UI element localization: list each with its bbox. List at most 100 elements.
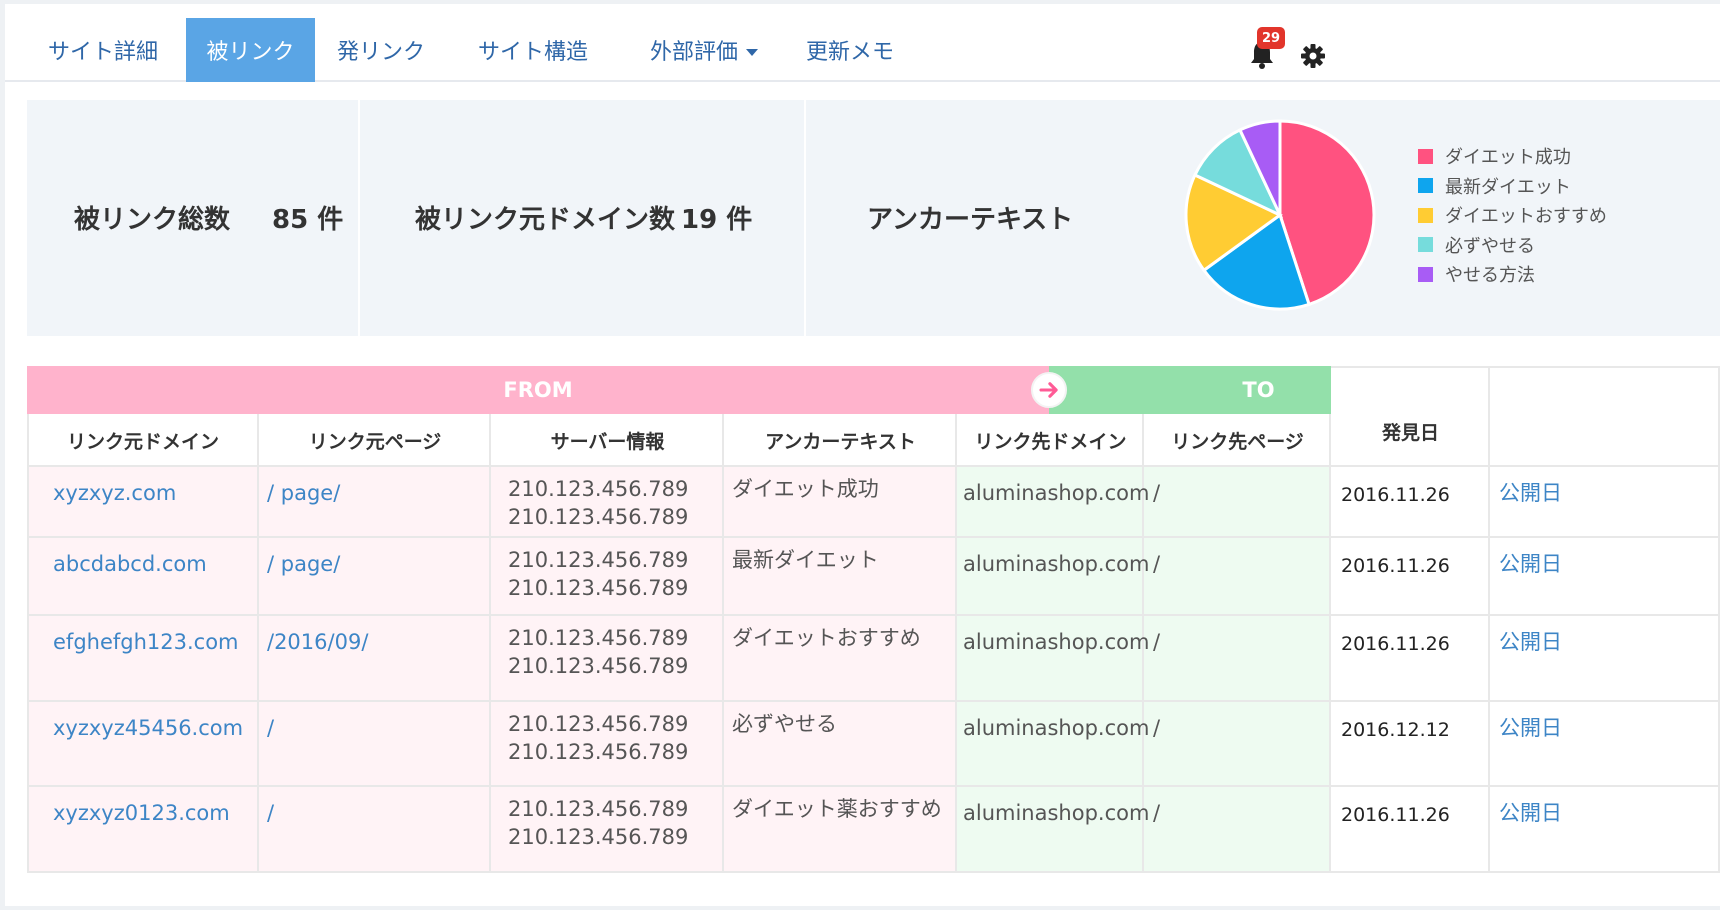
legend-label: やせる方法 bbox=[1445, 265, 1535, 286]
source-page-link[interactable]: / page/ bbox=[267, 550, 340, 578]
table-cell bbox=[259, 787, 491, 873]
legend-swatch bbox=[1418, 148, 1433, 164]
backlink-total: 被リンク総数 85 件 bbox=[74, 192, 343, 242]
server-ip: 210.123.456.789 bbox=[508, 654, 689, 678]
server-ip: 210.123.456.789 bbox=[508, 797, 689, 821]
source-domain-link[interactable]: efghefgh123.com bbox=[53, 628, 239, 656]
anchor-text: ダイエット成功 bbox=[732, 477, 879, 501]
server-ip: 210.123.456.789 bbox=[508, 576, 689, 600]
found-date: 2016.11.26 bbox=[1341, 804, 1450, 826]
target-page: / bbox=[1153, 630, 1161, 654]
anchor-text: 必ずやせる bbox=[732, 712, 837, 736]
target-domain: aluminashop.com bbox=[963, 481, 1150, 505]
tab-site-structure[interactable]: サイト構造 bbox=[465, 18, 601, 82]
server-ip: 210.123.456.789 bbox=[508, 477, 689, 501]
notification-badge: 29 bbox=[1257, 27, 1285, 49]
anchor-text: 最新ダイエット bbox=[732, 548, 879, 572]
arrow-right-icon bbox=[1031, 372, 1067, 408]
legend-item: 最新ダイエット bbox=[1418, 174, 1571, 198]
legend-swatch bbox=[1418, 207, 1433, 223]
tab-site-details[interactable]: サイト詳細 bbox=[29, 18, 177, 82]
gear-icon[interactable] bbox=[1299, 42, 1327, 70]
publish-date-link[interactable]: 公開日 bbox=[1499, 799, 1562, 827]
target-domain: aluminashop.com bbox=[963, 630, 1150, 654]
divider bbox=[804, 100, 806, 336]
target-domain: aluminashop.com bbox=[963, 801, 1150, 825]
legend-label: ダイエットおすすめ bbox=[1445, 206, 1607, 227]
source-domain-link[interactable]: xyzxyz0123.com bbox=[53, 799, 230, 827]
target-page: / bbox=[1153, 481, 1161, 505]
header-source-page[interactable]: リンク元ページ bbox=[259, 414, 491, 467]
found-date: 2016.11.26 bbox=[1341, 484, 1450, 506]
divider bbox=[358, 100, 360, 336]
header-source-domain[interactable]: リンク元ドメイン bbox=[27, 414, 259, 467]
table-cell bbox=[1144, 538, 1331, 616]
target-page: / bbox=[1153, 801, 1161, 825]
publish-date-link[interactable]: 公開日 bbox=[1499, 628, 1562, 656]
source-page-link[interactable]: / bbox=[267, 714, 274, 742]
top-nav: サイト詳細 被リンク 発リンク サイト構造 外部評価 更新メモ 29 bbox=[5, 4, 1720, 82]
tab-update-memo[interactable]: 更新メモ bbox=[791, 18, 909, 82]
domain-count-value: 19 件 bbox=[681, 204, 753, 235]
legend-item: 必ずやせる bbox=[1418, 233, 1535, 257]
source-page-link[interactable]: / page/ bbox=[267, 479, 340, 507]
server-ip: 210.123.456.789 bbox=[508, 505, 689, 529]
server-ip: 210.123.456.789 bbox=[508, 740, 689, 764]
header-server-info[interactable]: サーバー情報 bbox=[491, 414, 724, 467]
target-domain: aluminashop.com bbox=[963, 716, 1150, 740]
tab-external-evaluation[interactable]: 外部評価 bbox=[629, 18, 779, 82]
domain-count-label: 被リンク元ドメイン数 bbox=[415, 204, 676, 235]
source-domain-link[interactable]: xyzxyz45456.com bbox=[53, 714, 243, 742]
domain-count: 被リンク元ドメイン数 19 件 bbox=[415, 192, 752, 242]
source-page-link[interactable]: /2016/09/ bbox=[267, 628, 368, 656]
backlink-total-value: 85 件 bbox=[272, 204, 344, 235]
tab-external-evaluation-label: 外部評価 bbox=[649, 40, 738, 65]
source-page-link[interactable]: / bbox=[267, 799, 274, 827]
source-domain-link[interactable]: abcdabcd.com bbox=[53, 550, 207, 578]
tab-outbound-links[interactable]: 発リンク bbox=[325, 18, 437, 82]
table-cell bbox=[1144, 467, 1331, 538]
header-found-date[interactable]: 発見日 bbox=[1331, 366, 1490, 467]
publish-date-link[interactable]: 公開日 bbox=[1499, 714, 1562, 742]
server-ip: 210.123.456.789 bbox=[508, 712, 689, 736]
from-header: FROM bbox=[27, 366, 1049, 414]
table-cell bbox=[1144, 616, 1331, 702]
table-cell bbox=[1331, 616, 1490, 702]
anchor-text-label: アンカーテキスト bbox=[867, 204, 1074, 235]
anchor-text: ダイエットおすすめ bbox=[732, 626, 921, 650]
backlink-total-label: 被リンク総数 bbox=[74, 204, 231, 235]
table-cell bbox=[1331, 702, 1490, 787]
publish-date-link[interactable]: 公開日 bbox=[1499, 550, 1562, 578]
server-ip: 210.123.456.789 bbox=[508, 825, 689, 849]
legend-label: 最新ダイエット bbox=[1445, 176, 1571, 198]
legend-item: ダイエット成功 bbox=[1418, 144, 1571, 168]
legend-label: ダイエット成功 bbox=[1445, 147, 1571, 168]
target-page: / bbox=[1153, 552, 1161, 576]
legend-swatch bbox=[1418, 178, 1433, 193]
table-cell bbox=[1144, 787, 1331, 873]
table-cell bbox=[1144, 702, 1331, 787]
found-date: 2016.12.12 bbox=[1341, 719, 1450, 741]
app-frame: サイト詳細 被リンク 発リンク サイト構造 外部評価 更新メモ 29 被リンク総… bbox=[5, 4, 1720, 906]
header-target-page[interactable]: リンク先ページ bbox=[1144, 414, 1331, 467]
legend-label: 必ずやせる bbox=[1445, 235, 1535, 257]
legend-swatch bbox=[1418, 266, 1433, 282]
anchor-text: ダイエット薬おすすめ bbox=[732, 797, 942, 821]
anchor-text-pie-chart bbox=[1184, 119, 1376, 311]
legend-swatch bbox=[1418, 237, 1433, 252]
target-domain: aluminashop.com bbox=[963, 552, 1150, 576]
source-domain-link[interactable]: xyzxyz.com bbox=[53, 479, 176, 507]
tab-backlinks[interactable]: 被リンク bbox=[186, 18, 315, 82]
table-cell bbox=[1331, 787, 1490, 873]
header-target-domain[interactable]: リンク先ドメイン bbox=[957, 414, 1144, 467]
server-ip: 210.123.456.789 bbox=[508, 626, 689, 650]
header-anchor-text[interactable]: アンカーテキスト bbox=[724, 414, 957, 467]
found-date: 2016.11.26 bbox=[1341, 555, 1450, 577]
table-header-cell bbox=[1490, 366, 1720, 467]
backlink-table: FROM TO リンク元ドメイン リンク元ページ サーバー情報 アンカーテキスト リンク… bbox=[27, 366, 1720, 906]
found-date: 2016.11.26 bbox=[1341, 633, 1450, 655]
publish-date-link[interactable]: 公開日 bbox=[1499, 479, 1562, 507]
legend-item: ダイエットおすすめ bbox=[1418, 203, 1607, 227]
legend-item: やせる方法 bbox=[1418, 262, 1535, 286]
target-page: / bbox=[1153, 716, 1161, 740]
